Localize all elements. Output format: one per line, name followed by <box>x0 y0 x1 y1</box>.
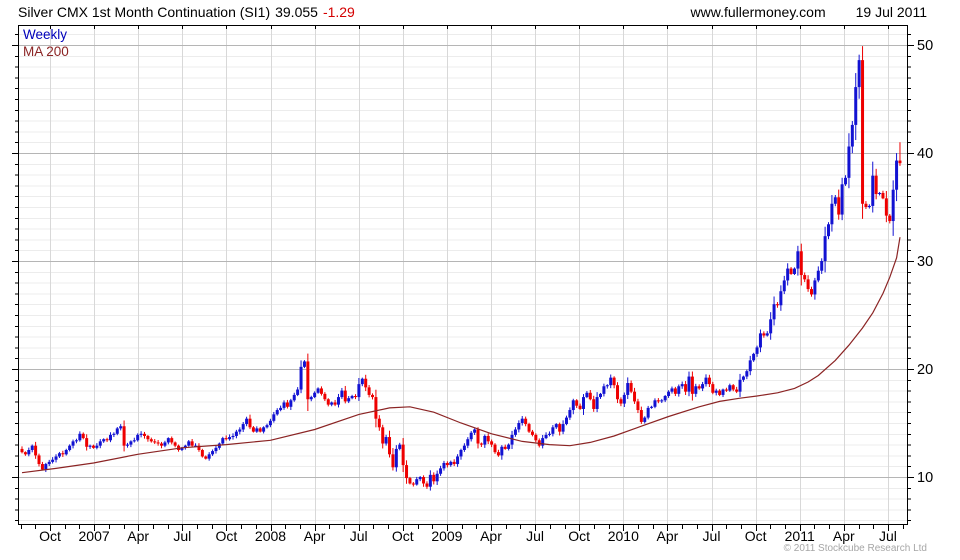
instrument-name: Silver CMX 1st Month Continuation (SI1) <box>18 4 270 20</box>
svg-text:2010: 2010 <box>608 528 639 544</box>
svg-text:Jul: Jul <box>350 528 368 544</box>
svg-text:2008: 2008 <box>255 528 286 544</box>
chart-title: Silver CMX 1st Month Continuation (SI1) 3… <box>18 4 360 20</box>
svg-text:Oct: Oct <box>745 528 767 544</box>
svg-text:Jul: Jul <box>526 528 544 544</box>
svg-text:Jul: Jul <box>173 528 191 544</box>
svg-text:40: 40 <box>917 146 933 162</box>
chart-window: 10 20 30 40 50 Oct 2007 Apr Jul Oct 2008 Apr Jul Oct 2… <box>0 0 960 560</box>
svg-text:Oct: Oct <box>392 528 414 544</box>
svg-text:Oct: Oct <box>568 528 590 544</box>
header-right: www.fullermoney.com 19 Jul 2011 <box>691 4 927 20</box>
last-price: 39.055 <box>275 4 318 20</box>
svg-text:10: 10 <box>917 470 933 486</box>
website-link[interactable]: www.fullermoney.com <box>691 4 826 20</box>
svg-text:Jul: Jul <box>879 528 897 544</box>
svg-text:2009: 2009 <box>431 528 462 544</box>
copyright-notice: © 2011 Stockcube Research Ltd <box>784 543 927 554</box>
legend-weekly: Weekly <box>23 27 67 43</box>
svg-text:Jul: Jul <box>703 528 721 544</box>
svg-text:Oct: Oct <box>39 528 61 544</box>
svg-text:Apr: Apr <box>480 528 502 544</box>
svg-text:50: 50 <box>917 38 933 54</box>
svg-text:Apr: Apr <box>304 528 326 544</box>
svg-text:Oct: Oct <box>216 528 238 544</box>
svg-text:Apr: Apr <box>833 528 855 544</box>
price-chart: 10 20 30 40 50 Oct 2007 Apr Jul Oct 2008 Apr Jul Oct 2… <box>0 0 960 560</box>
svg-text:Apr: Apr <box>127 528 149 544</box>
svg-text:20: 20 <box>917 362 933 378</box>
chart-date: 19 Jul 2011 <box>856 4 927 20</box>
svg-text:30: 30 <box>917 254 933 270</box>
svg-text:2007: 2007 <box>79 528 110 544</box>
svg-text:2011: 2011 <box>785 528 815 544</box>
svg-text:Apr: Apr <box>657 528 679 544</box>
price-change: -1.29 <box>323 4 355 20</box>
legend-ma-200: MA 200 <box>23 44 69 60</box>
